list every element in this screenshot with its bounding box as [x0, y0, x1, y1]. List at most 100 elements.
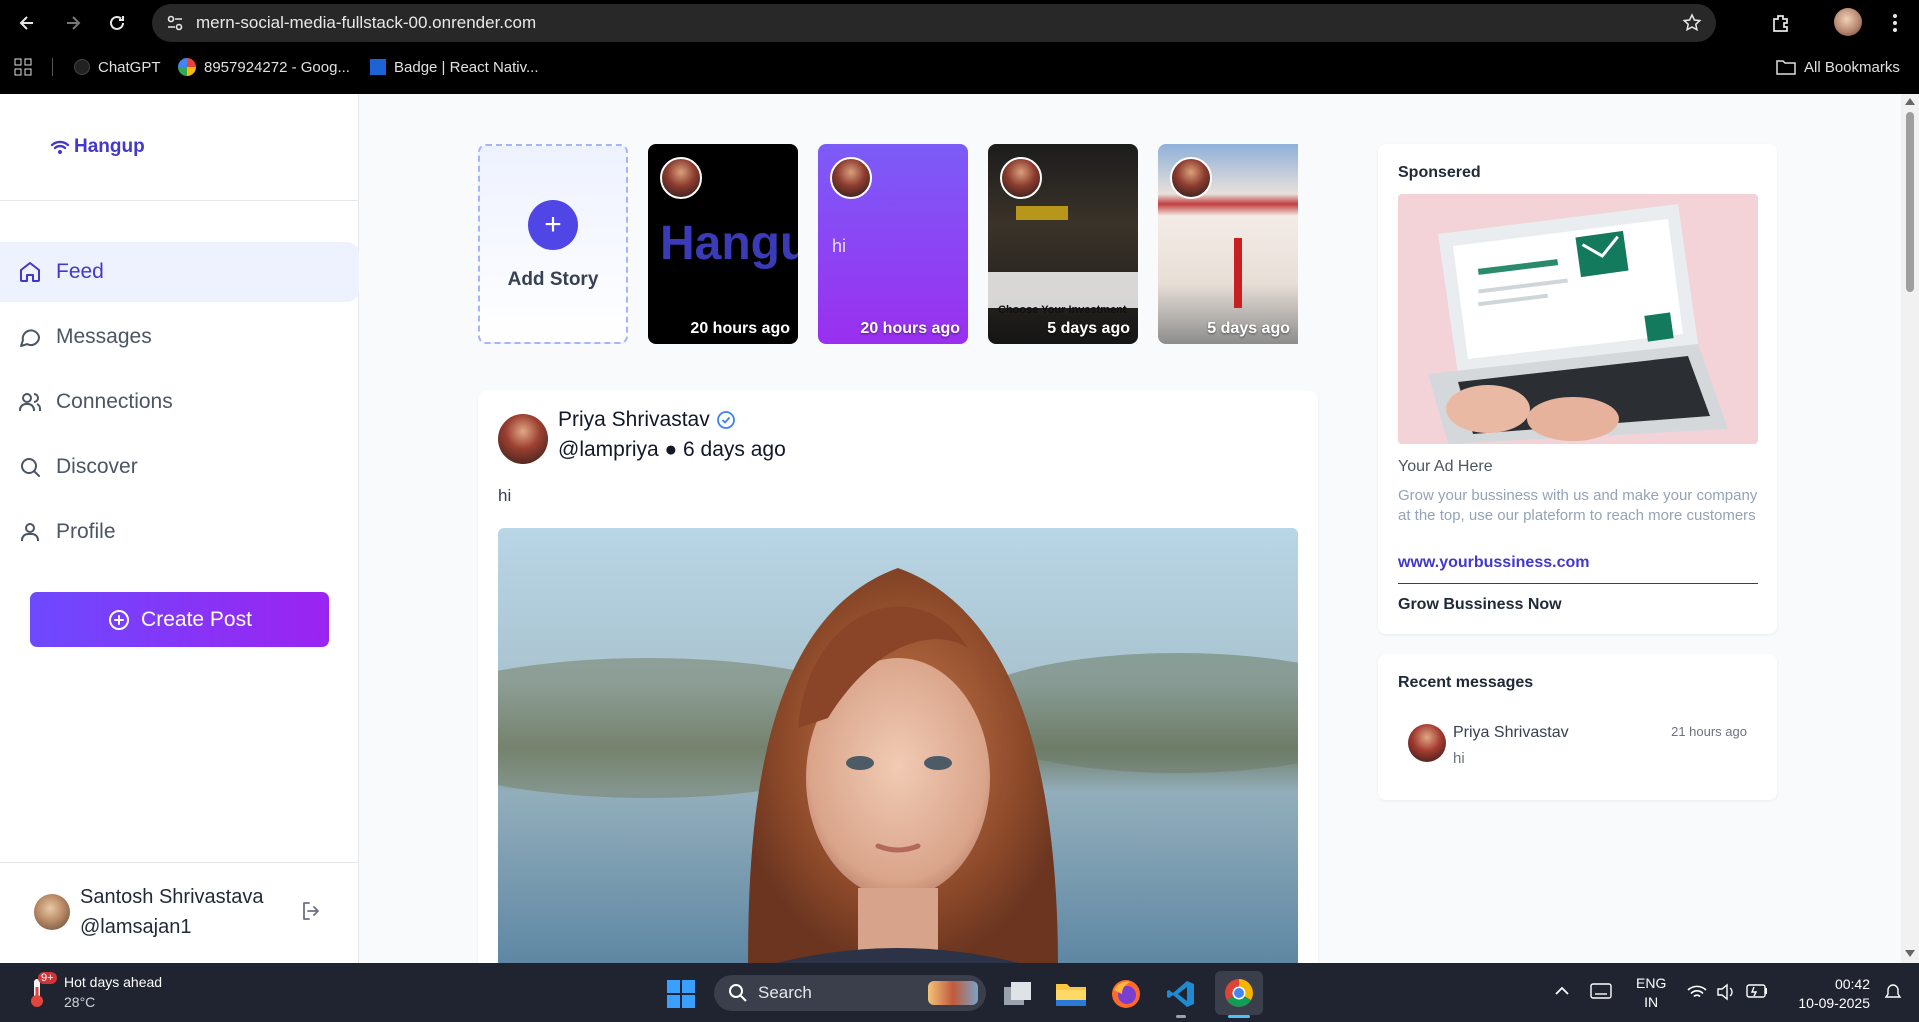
- firefox-icon[interactable]: [1108, 976, 1144, 1012]
- clock-date: 10-09-2025: [1798, 995, 1870, 1011]
- post-author-name: Priya Shrivastav: [558, 408, 710, 431]
- message-time: 21 hours ago: [1671, 724, 1747, 739]
- system-clock[interactable]: 00:42 10-09-2025: [1780, 975, 1870, 1013]
- bookmark-react-native[interactable]: Badge | React Nativ...: [370, 56, 539, 78]
- plus-circle-icon: [109, 609, 130, 630]
- home-icon: [20, 262, 40, 282]
- create-post-button[interactable]: Create Post: [30, 592, 329, 647]
- story-banner: [988, 272, 1138, 308]
- google-icon: [178, 58, 196, 76]
- story-pillar: [1234, 238, 1242, 308]
- add-story-card[interactable]: + Add Story: [478, 144, 628, 344]
- story-card[interactable]: Choose Your Investment 5 days ago: [988, 144, 1138, 344]
- app-logo-text: Hangup: [74, 136, 145, 157]
- sidebar-item-feed[interactable]: Feed: [0, 242, 359, 302]
- volume-icon[interactable]: [1716, 983, 1736, 1006]
- chevron-up-icon[interactable]: [1554, 984, 1570, 1002]
- story-card[interactable]: hi 20 hours ago: [818, 144, 968, 344]
- recent-messages-card: Recent messages Priya Shrivastav hi 21 h…: [1378, 654, 1777, 800]
- sidebar-item-label: Profile: [56, 520, 116, 543]
- scroll-up-icon[interactable]: [1905, 98, 1915, 105]
- search-icon: [729, 984, 747, 1002]
- browser-profile-avatar[interactable]: [1834, 8, 1862, 36]
- chatgpt-icon: [74, 59, 90, 75]
- users-icon: [19, 393, 41, 411]
- ad-cta[interactable]: Grow Bussiness Now: [1398, 596, 1562, 614]
- post-image[interactable]: [498, 528, 1298, 963]
- laptop-image: [1398, 194, 1758, 444]
- bookmark-google[interactable]: 8957924272 - Goog...: [178, 56, 350, 78]
- sidebar-item-connections[interactable]: Connections: [0, 372, 359, 432]
- story-avatar: [1000, 157, 1042, 199]
- url-text[interactable]: mern-social-media-fullstack-00.onrender.…: [196, 13, 536, 33]
- story-avatar: [1170, 157, 1212, 199]
- weather-temp: 28°C: [64, 994, 96, 1010]
- sidebar-item-profile[interactable]: Profile: [0, 502, 359, 562]
- all-bookmarks[interactable]: All Bookmarks: [1776, 56, 1900, 78]
- page-scrollbar[interactable]: [1901, 94, 1919, 963]
- message-preview: hi: [1453, 750, 1465, 767]
- react-native-icon: [370, 59, 386, 75]
- task-view-icon[interactable]: [1000, 976, 1036, 1012]
- weather-widget[interactable]: 9+: [26, 972, 57, 1014]
- vscode-running-indicator: [1176, 1015, 1186, 1018]
- chrome-active-indicator: [1228, 1015, 1250, 1018]
- scroll-thumb[interactable]: [1906, 112, 1914, 292]
- user-name: Santosh Shrivastava: [80, 886, 264, 908]
- sidebar-divider: [0, 200, 359, 201]
- search-icon: [21, 458, 40, 477]
- recent-messages-heading: Recent messages: [1398, 674, 1534, 691]
- bookmarks-divider: [52, 58, 53, 76]
- sidebar-item-messages[interactable]: Messages: [0, 307, 359, 367]
- notification-icon[interactable]: [1884, 983, 1902, 1006]
- browser-menu-icon[interactable]: [1880, 8, 1910, 38]
- add-story-label: Add Story: [507, 269, 599, 290]
- back-icon[interactable]: [12, 8, 42, 38]
- story-time: 20 hours ago: [690, 320, 790, 337]
- story-card[interactable]: Hangu 20 hours ago: [648, 144, 798, 344]
- post-card: Priya Shrivastav @lampriya ● 6 days ago …: [478, 390, 1318, 963]
- app-logo[interactable]: Hangup: [50, 136, 145, 158]
- bookmark-chatgpt[interactable]: ChatGPT: [74, 56, 161, 78]
- avatar[interactable]: [498, 414, 548, 464]
- ad-link[interactable]: www.yourbussiness.com: [1398, 554, 1589, 572]
- address-bar[interactable]: mern-social-media-fullstack-00.onrender.…: [152, 4, 1716, 42]
- story-time: 5 days ago: [1047, 320, 1130, 337]
- search-highlight-icon: [928, 981, 978, 1005]
- vscode-icon[interactable]: [1163, 976, 1199, 1012]
- battery-icon[interactable]: [1746, 984, 1768, 1003]
- ad-image[interactable]: [1398, 194, 1758, 444]
- all-bookmarks-label: All Bookmarks: [1804, 58, 1900, 76]
- post-text: hi: [498, 486, 512, 505]
- wifi-icon[interactable]: [1686, 984, 1708, 1005]
- browser-chrome: mern-social-media-fullstack-00.onrender.…: [0, 0, 1919, 94]
- language-code: ENG: [1636, 975, 1667, 991]
- verified-icon: [716, 411, 735, 429]
- avatar[interactable]: [34, 894, 70, 930]
- taskbar-search[interactable]: Search: [714, 975, 986, 1011]
- chrome-icon[interactable]: [1215, 971, 1263, 1015]
- sidebar-item-discover[interactable]: Discover: [0, 437, 359, 497]
- scroll-down-icon[interactable]: [1905, 950, 1915, 957]
- sponsored-heading: Sponsered: [1398, 164, 1481, 181]
- message-sender: Priya Shrivastav: [1453, 724, 1569, 741]
- story-card[interactable]: 5 days ago: [1158, 144, 1298, 344]
- user-divider: [0, 862, 359, 863]
- star-icon[interactable]: [1682, 13, 1702, 38]
- file-explorer-icon[interactable]: [1053, 976, 1089, 1012]
- keyboard-icon[interactable]: [1590, 983, 1612, 1004]
- logout-icon[interactable]: [300, 900, 322, 927]
- windows-start-icon[interactable]: [663, 976, 699, 1012]
- reload-icon[interactable]: [102, 8, 132, 38]
- apps-grid-icon[interactable]: [14, 58, 32, 81]
- portrait-photo: [498, 528, 1298, 963]
- forward-icon[interactable]: [58, 8, 88, 38]
- sidebar: Hangup Feed Messages Connections Discove…: [0, 94, 359, 963]
- post-author[interactable]: Priya Shrivastav: [558, 408, 736, 432]
- language-indicator[interactable]: ENG IN: [1636, 974, 1666, 1012]
- story-text: Hangu: [660, 217, 798, 270]
- bookmark-label: Badge | React Nativ...: [394, 58, 539, 76]
- extensions-icon[interactable]: [1766, 8, 1796, 38]
- site-info-icon[interactable]: [166, 14, 184, 37]
- folder-icon: [1776, 60, 1796, 75]
